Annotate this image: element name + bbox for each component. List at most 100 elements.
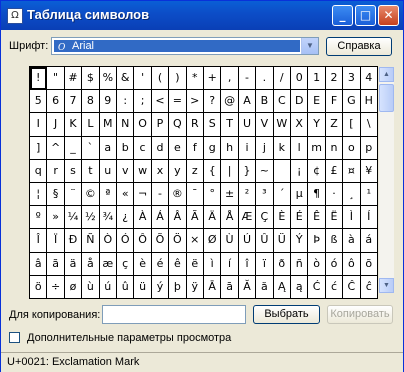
char-cell[interactable]: { xyxy=(204,159,222,183)
char-cell[interactable]: Ì xyxy=(343,206,361,230)
char-cell[interactable]: Û xyxy=(256,229,274,253)
char-cell[interactable]: Ù xyxy=(221,229,239,253)
char-cell[interactable]: S xyxy=(204,113,222,137)
char-cell[interactable]: ´ xyxy=(273,183,291,207)
char-cell[interactable]: e xyxy=(169,136,187,160)
char-cell[interactable]: ' xyxy=(134,67,152,91)
char-cell[interactable]: h xyxy=(221,136,239,160)
char-cell[interactable]: m xyxy=(308,136,326,160)
char-cell[interactable]: g xyxy=(204,136,222,160)
char-cell[interactable]: J xyxy=(47,113,65,137)
char-cell[interactable]: û xyxy=(117,275,135,299)
char-cell[interactable]: å xyxy=(82,252,100,276)
char-cell[interactable]: 9 xyxy=(99,90,117,114)
char-cell[interactable]: ø xyxy=(64,275,83,299)
char-cell[interactable]: ù xyxy=(82,275,100,299)
char-cell[interactable]: y xyxy=(169,159,187,183)
char-cell[interactable]: ½ xyxy=(82,206,100,230)
char-cell[interactable]: t xyxy=(82,159,100,183)
char-cell[interactable]: ° xyxy=(204,183,222,207)
char-cell[interactable]: ª xyxy=(99,183,117,207)
copy-button[interactable]: Копировать xyxy=(327,305,393,324)
char-cell[interactable]: ý xyxy=(151,275,170,299)
char-cell[interactable]: Ò xyxy=(99,229,117,253)
scroll-down-button[interactable]: ▼ xyxy=(379,278,394,293)
char-cell[interactable]: a xyxy=(99,136,117,160)
char-cell[interactable]: N xyxy=(117,113,135,137)
char-cell[interactable]: r xyxy=(47,159,65,183)
char-cell[interactable]: ¸ xyxy=(343,183,361,207)
char-cell[interactable]: â xyxy=(30,252,48,276)
char-cell[interactable]: ü xyxy=(134,275,152,299)
char-cell[interactable]: ö xyxy=(30,275,48,299)
char-cell[interactable]: c xyxy=(134,136,152,160)
char-cell[interactable]: Ê xyxy=(308,206,326,230)
char-cell[interactable]: Í xyxy=(360,206,378,230)
char-cell[interactable]: V xyxy=(256,113,274,137)
char-cell[interactable]: ~ xyxy=(256,159,274,183)
char-cell[interactable]: < xyxy=(151,90,170,114)
char-cell[interactable]: Ð xyxy=(64,229,83,253)
char-cell[interactable]: = xyxy=(169,90,187,114)
char-cell[interactable]: õ xyxy=(360,252,378,276)
char-cell[interactable]: Ï xyxy=(47,229,65,253)
char-cell[interactable]: w xyxy=(134,159,152,183)
char-cell[interactable]: ? xyxy=(204,90,222,114)
char-cell[interactable]: [ xyxy=(343,113,361,137)
char-cell[interactable]: Á xyxy=(151,206,170,230)
char-cell[interactable]: " xyxy=(47,67,65,91)
grid-scrollbar[interactable]: ▲ ▼ xyxy=(379,67,394,293)
char-cell[interactable]: Ć xyxy=(308,275,326,299)
char-cell[interactable]: : xyxy=(117,90,135,114)
char-cell[interactable]: ÷ xyxy=(47,275,65,299)
char-cell[interactable]: ā xyxy=(221,275,239,299)
char-cell[interactable]: ¾ xyxy=(99,206,117,230)
char-cell[interactable]: º xyxy=(30,206,48,230)
chevron-down-icon[interactable]: ▼ xyxy=(301,38,318,54)
char-cell[interactable]: Ā xyxy=(204,275,222,299)
char-cell[interactable]: ë xyxy=(186,252,204,276)
char-cell[interactable]: d xyxy=(151,136,170,160)
scroll-up-button[interactable]: ▲ xyxy=(379,67,394,82)
char-cell[interactable]: Q xyxy=(169,113,187,137)
char-cell[interactable]: @ xyxy=(221,90,239,114)
char-cell[interactable]: u xyxy=(99,159,117,183)
title-bar[interactable]: Ω Таблица символов _ □ ✕ xyxy=(1,1,403,30)
char-cell[interactable]: 1 xyxy=(308,67,326,91)
char-cell[interactable]: Ñ xyxy=(82,229,100,253)
char-cell[interactable]: * xyxy=(186,67,204,91)
char-cell[interactable]: © xyxy=(82,183,100,207)
char-cell[interactable]: ; xyxy=(134,90,152,114)
char-cell[interactable]: 5 xyxy=(30,90,48,114)
char-cell[interactable]: ô xyxy=(343,252,361,276)
char-cell[interactable]: 2 xyxy=(325,67,344,91)
char-cell[interactable]: ç xyxy=(117,252,135,276)
char-cell[interactable]: ¡ xyxy=(291,159,309,183)
char-cell[interactable]: ¦ xyxy=(30,183,48,207)
char-cell[interactable]: Ó xyxy=(117,229,135,253)
char-cell[interactable]: x xyxy=(151,159,170,183)
char-cell[interactable]: Ý xyxy=(291,229,309,253)
char-cell[interactable]: ¨ xyxy=(64,183,83,207)
char-cell[interactable]: « xyxy=(117,183,135,207)
char-cell[interactable]: 4 xyxy=(360,67,378,91)
char-cell[interactable]: s xyxy=(64,159,83,183)
char-cell[interactable]: ] xyxy=(30,136,48,160)
char-cell[interactable]: ¥ xyxy=(360,159,378,183)
char-cell[interactable]: L xyxy=(82,113,100,137)
char-cell[interactable]: Y xyxy=(308,113,326,137)
char-cell[interactable]: Ø xyxy=(204,229,222,253)
char-cell[interactable]: µ xyxy=(291,183,309,207)
character-grid[interactable]: ! " # $% & '() * +, -./0 1 2 3 4 5 6 7 8 9:; < = >? @ A B C D E F G H… xyxy=(29,66,378,299)
char-cell[interactable]: ć xyxy=(325,275,344,299)
char-cell[interactable]: Ã xyxy=(186,206,204,230)
char-cell[interactable]: H xyxy=(360,90,378,114)
char-cell[interactable]: 6 xyxy=(47,90,65,114)
char-cell[interactable]: ` xyxy=(82,136,100,160)
minimize-button[interactable]: _ xyxy=(332,5,353,26)
char-cell[interactable]: l xyxy=(291,136,309,160)
advanced-view-label[interactable]: Дополнительные параметры просмотра xyxy=(27,332,231,344)
char-cell[interactable]: 3 xyxy=(343,67,361,91)
char-cell[interactable]: . xyxy=(256,67,274,91)
char-cell[interactable]: ¯ xyxy=(186,183,204,207)
